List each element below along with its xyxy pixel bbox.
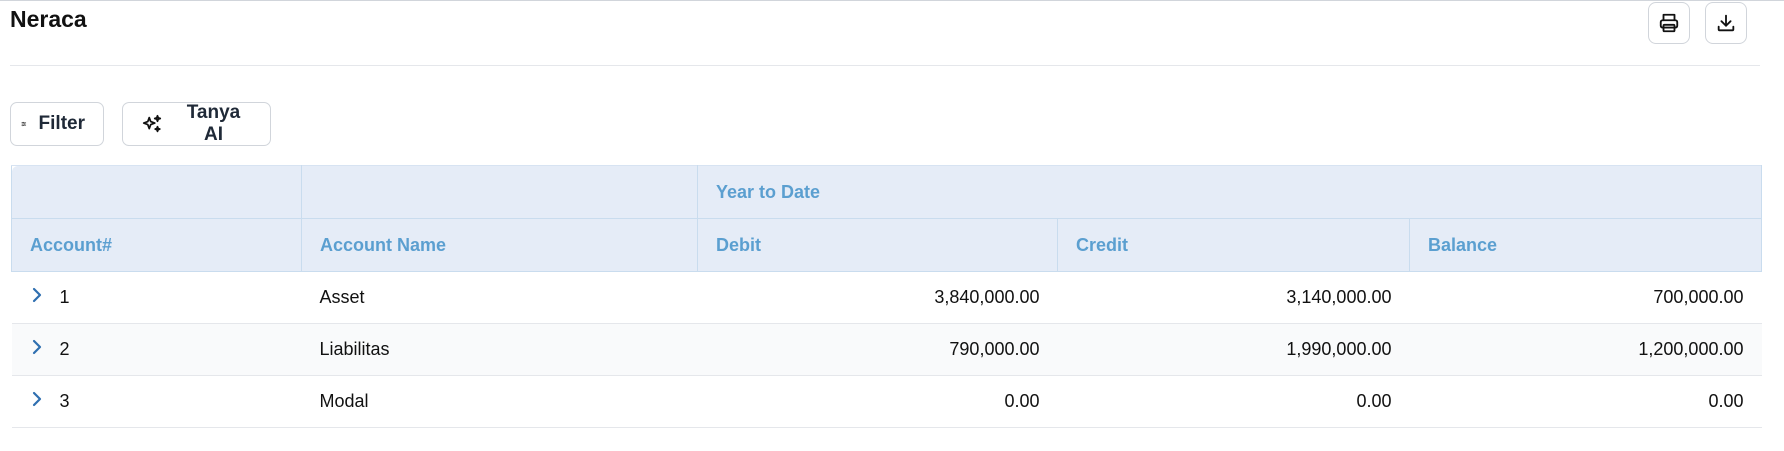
header-empty-cell [11,165,302,219]
download-icon [1717,14,1735,32]
header-group-row: Year to Date [11,165,1762,219]
account-number: 2 [59,339,70,359]
sliders-icon [21,121,27,127]
print-button[interactable] [1648,2,1690,44]
header-divider [10,65,1760,66]
table-row[interactable]: 3 Modal 0.00 0.00 0.00 [11,375,1762,428]
printer-icon [1659,13,1679,33]
balance-value: 1,200,000.00 [1409,323,1762,376]
table-row[interactable]: 1 Asset 3,840,000.00 3,140,000.00 700,00… [11,271,1762,324]
credit-value: 0.00 [1057,375,1410,428]
chevron-right-icon[interactable] [30,338,48,361]
window-top-border [0,0,1784,1]
account-number: 1 [59,287,70,307]
table-row[interactable]: 2 Liabilitas 790,000.00 1,990,000.00 1,2… [11,323,1762,376]
ask-ai-button[interactable]: Tanya AI [122,102,271,146]
header-year-to-date: Year to Date [697,165,1762,219]
filter-label: Filter [38,113,85,134]
header-account-number: Account# [11,218,302,272]
header-column-row: Account# Account Name Debit Credit Balan… [11,218,1762,272]
page-title: Neraca [10,6,87,32]
chevron-right-icon[interactable] [30,390,48,413]
balance-sheet-table: Year to Date Account# Account Name Debit… [11,165,1762,428]
account-name: Liabilitas [301,323,698,376]
credit-value: 1,990,000.00 [1057,323,1410,376]
account-name: Asset [301,271,698,324]
sparkles-icon [142,114,162,133]
debit-value: 790,000.00 [697,323,1058,376]
balance-value: 700,000.00 [1409,271,1762,324]
credit-value: 3,140,000.00 [1057,271,1410,324]
header-empty-cell [301,165,698,219]
download-button[interactable] [1705,2,1747,44]
header-credit: Credit [1057,218,1410,272]
ask-ai-label: Tanya AI [186,102,241,145]
account-number-cell: 3 [11,375,302,428]
chevron-right-icon[interactable] [30,286,48,309]
filter-button[interactable]: Filter [10,102,104,146]
account-name: Modal [301,375,698,428]
header-debit: Debit [697,218,1058,272]
header-account-name: Account Name [301,218,698,272]
account-number-cell: 1 [11,271,302,324]
account-number: 3 [59,391,70,411]
header-balance: Balance [1409,218,1762,272]
account-number-cell: 2 [11,323,302,376]
debit-value: 0.00 [697,375,1058,428]
debit-value: 3,840,000.00 [697,271,1058,324]
balance-value: 0.00 [1409,375,1762,428]
